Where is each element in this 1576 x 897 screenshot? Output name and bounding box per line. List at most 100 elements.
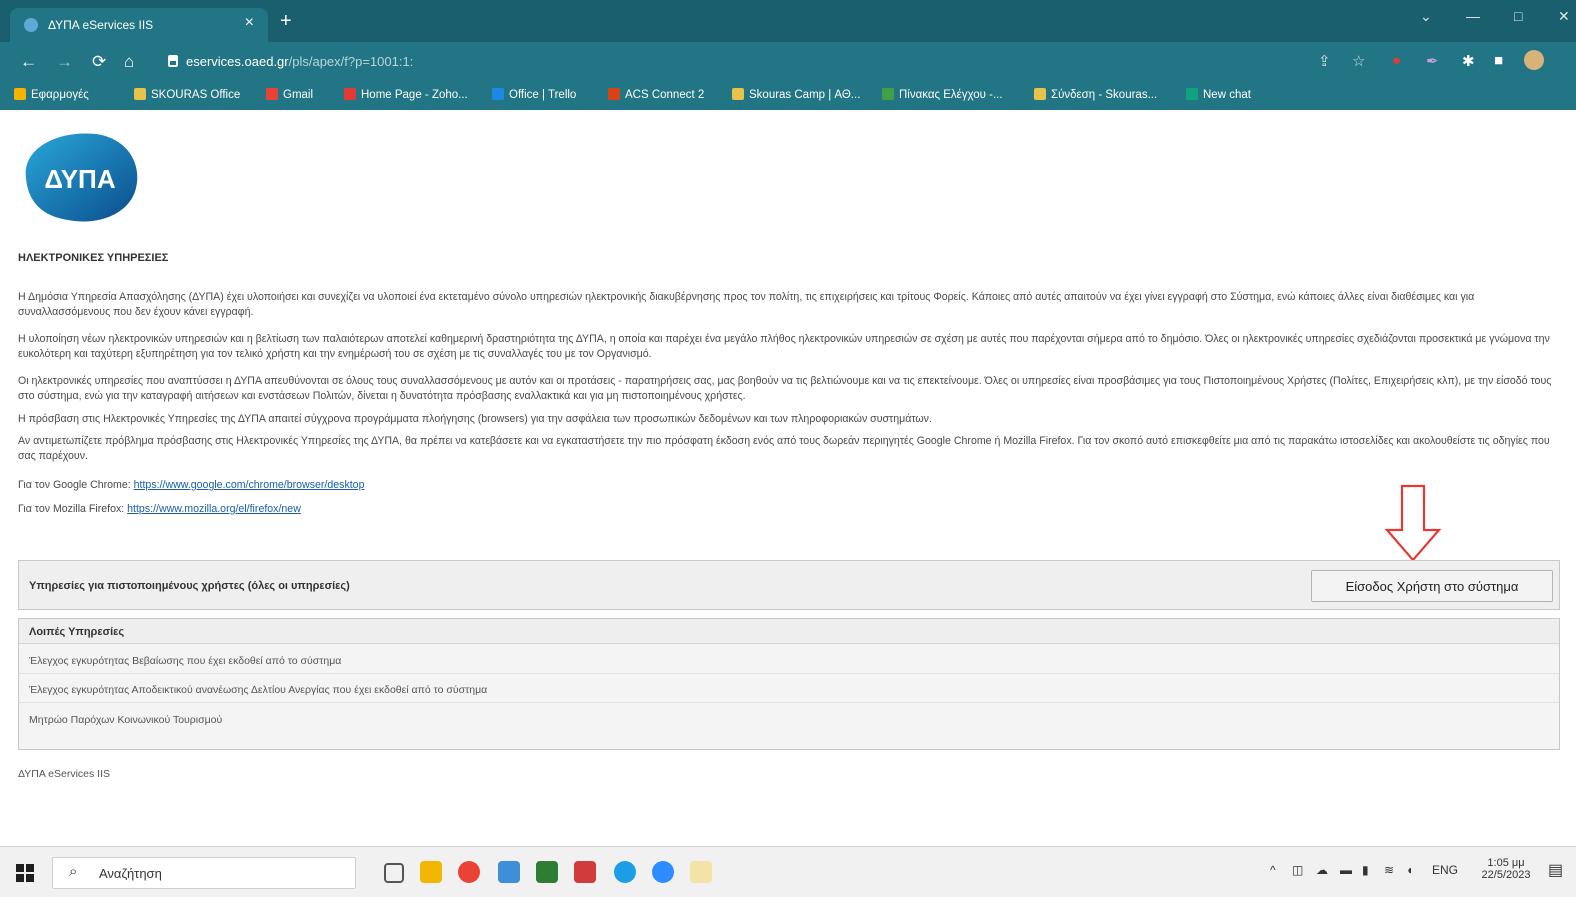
bookmark-favicon-icon [1034, 88, 1046, 100]
certified-services-panel: Υπηρεσίες για πιστοποιημένους χρήστες (ό… [18, 560, 1560, 610]
search-icon: ⌕ [69, 863, 78, 880]
tab-strip: ΔΥΠΑ eServices IIS × + ⌄ — □ ✕ [0, 0, 1576, 42]
login-button[interactable]: Είσοδος Χρήστη στο σύστημα [1311, 570, 1553, 602]
bookmark-gmail[interactable]: Gmail [266, 88, 313, 101]
intro-paragraph-1: Η Δημόσια Υπηρεσία Απασχόλησης (ΔΥΠΑ) έχ… [18, 291, 1475, 318]
service-link-social-tourism[interactable]: Μητρώο Παρόχων Κοινωνικού Τουρισμού [29, 714, 222, 726]
service-link-unemployment-renewal[interactable]: Έλεγχος εγκυρότητας Αποδεικτικού ανανέωσ… [29, 684, 487, 696]
minimize-button[interactable]: — [1466, 8, 1480, 24]
tray-mic-icon[interactable]: ▮ [1362, 863, 1369, 877]
bookmark-acs[interactable]: ACS Connect 2 [608, 88, 704, 101]
search-placeholder: Αναζήτηση [99, 866, 162, 881]
tray-battery-icon[interactable]: ▬ [1340, 863, 1352, 877]
bookmark-favicon-icon [134, 88, 146, 100]
browser-chrome: ΔΥΠΑ eServices IIS × + ⌄ — □ ✕ ← → ⟳ ⌂ e… [0, 0, 1576, 110]
forward-arrow-icon[interactable]: → [56, 52, 73, 72]
tray-wifi-icon[interactable]: ≋ [1384, 863, 1394, 877]
address-bar[interactable]: eservices.oaed.gr/pls/apex/f?p=1001:1: [150, 48, 1350, 76]
tab-title: ΔΥΠΑ eServices IIS [48, 18, 154, 32]
tab-search-icon[interactable]: ⌄ [1420, 8, 1432, 25]
reload-icon[interactable]: ⟳ [92, 52, 106, 72]
other-services-header: Λοιπές Υπηρεσίες [19, 619, 1559, 644]
maximize-button[interactable]: □ [1514, 8, 1522, 24]
language-indicator[interactable]: ENG [1432, 863, 1458, 877]
page-heading: ΗΛΕΚΤΡΟΝΙΚΕΣ ΥΠΗΡΕΣΙΕΣ [18, 252, 169, 264]
firefox-link-row: Για τον Mozilla Firefox: https://www.moz… [18, 502, 1556, 517]
browser-tab[interactable]: ΔΥΠΑ eServices IIS × [10, 8, 268, 42]
zoho-icon [344, 88, 356, 100]
new-tab-button[interactable]: + [280, 10, 292, 33]
bookmark-star-icon[interactable]: ☆ [1352, 52, 1365, 70]
dypa-logo: ΔΥΠΑ [25, 133, 138, 222]
extension-shield-icon[interactable]: ● [1392, 52, 1401, 69]
intro-paragraph-4: Η πρόσβαση στις Ηλεκτρονικές Υπηρεσίες τ… [18, 413, 932, 425]
row-divider [19, 673, 1559, 674]
gmail-icon [266, 88, 278, 100]
clock-time: 1:05 μμ [1487, 857, 1525, 869]
chrome-icon[interactable] [458, 861, 480, 883]
calculator-icon[interactable] [536, 861, 558, 883]
tray-volume-icon[interactable]: ◖ [1406, 863, 1413, 877]
tray-network-icon[interactable]: ◫ [1292, 863, 1303, 877]
url-text: eservices.oaed.gr/pls/apex/f?p=1001:1: [186, 54, 414, 69]
file-explorer-icon[interactable] [420, 861, 442, 883]
bookmark-apps[interactable]: Εφαρμογές [14, 88, 89, 101]
task-view-icon[interactable] [384, 863, 404, 883]
app-icon[interactable] [498, 861, 520, 883]
apps-grid-icon [14, 88, 26, 100]
back-arrow-icon[interactable]: ← [20, 52, 37, 72]
bookmark-skouras-camp[interactable]: Skouras Camp | ΑΘ... [732, 88, 860, 101]
bookmark-zoho[interactable]: Home Page - Zoho... [344, 88, 468, 101]
browser-toolbar: ← → ⟳ ⌂ eservices.oaed.gr/pls/apex/f?p=1… [0, 42, 1576, 82]
notifications-icon[interactable]: ▤ [1548, 860, 1563, 880]
chatgpt-icon [1186, 88, 1198, 100]
bookmark-trello[interactable]: Office | Trello [492, 88, 576, 101]
chrome-link-row: Για τον Google Chrome: https://www.googl… [18, 478, 1556, 493]
trello-icon [492, 88, 504, 100]
bookmark-favicon-icon [732, 88, 744, 100]
tab-close-icon[interactable]: × [245, 14, 254, 32]
site-favicon-icon [24, 18, 38, 32]
chrome-download-link[interactable]: https://www.google.com/chrome/browser/de… [134, 479, 365, 491]
other-services-title: Λοιπές Υπηρεσίες [29, 626, 125, 638]
zoom-icon[interactable] [652, 861, 674, 883]
certified-services-title: Υπηρεσίες για πιστοποιημένους χρήστες (ό… [29, 580, 350, 592]
paint-icon[interactable] [690, 861, 712, 883]
bookmark-skouras-office[interactable]: SKOURAS Office [134, 88, 240, 101]
row-divider [19, 702, 1559, 703]
windows-taskbar: ⌕ Αναζήτηση ^ ◫ ☁ ▬ ▮ ≋ ◖ ENG 1:05 μμ 22… [0, 846, 1576, 897]
intro-paragraph-2: Η υλοποίηση νέων ηλεκτρονικών υπηρεσιών … [18, 333, 1550, 360]
svg-text:ΔΥΠΑ: ΔΥΠΑ [44, 164, 115, 194]
intro-paragraph-5: Αν αντιμετωπίζετε πρόβλημα πρόσβασης στι… [18, 435, 1550, 462]
profile-avatar[interactable] [1524, 50, 1544, 70]
close-window-button[interactable]: ✕ [1558, 8, 1570, 25]
firefox-download-link[interactable]: https://www.mozilla.org/el/firefox/new [127, 503, 301, 515]
tray-cloud-icon[interactable]: ☁ [1316, 863, 1328, 877]
footer-text: ΔΥΠΑ eServices IIS [18, 768, 111, 780]
share-icon[interactable]: ⇪ [1318, 52, 1331, 70]
panel-icon [882, 88, 894, 100]
anydesk-icon[interactable] [574, 861, 596, 883]
chrome-label: Για τον Google Chrome: [18, 479, 131, 491]
bookmarks-bar: Εφαρμογές SKOURAS Office Gmail Home Page… [0, 82, 1576, 110]
lock-icon [168, 55, 178, 67]
extensions-puzzle-icon[interactable]: ✱ [1462, 52, 1475, 70]
bookmark-new-chat[interactable]: New chat [1186, 88, 1251, 101]
side-panel-icon[interactable]: ■ [1494, 52, 1503, 69]
extension-pen-icon[interactable]: ✒ [1426, 52, 1439, 70]
page-content: ΔΥΠΑ ΗΛΕΚΤΡΟΝΙΚΕΣ ΥΠΗΡΕΣΙΕΣ Η Δημόσια Υπ… [0, 110, 1576, 846]
tray-chevron-icon[interactable]: ^ [1270, 863, 1276, 877]
acs-icon [608, 88, 620, 100]
taskbar-search-input[interactable]: ⌕ Αναζήτηση [52, 857, 356, 889]
clock[interactable]: 1:05 μμ 22/5/2023 [1478, 857, 1534, 881]
edge-icon[interactable] [614, 861, 636, 883]
other-services-panel: Λοιπές Υπηρεσίες Έλεγχος εγκυρότητας Βεβ… [18, 618, 1560, 750]
service-link-certificate-validity[interactable]: Έλεγχος εγκυρότητας Βεβαίωσης που έχει ε… [29, 655, 341, 667]
intro-paragraph-3: Οι ηλεκτρονικές υπηρεσίες που αναπτύσσει… [18, 375, 1552, 402]
bookmark-skouras-login[interactable]: Σύνδεση - Skouras... [1034, 88, 1157, 101]
red-down-arrow-icon [1384, 484, 1442, 562]
windows-start-icon[interactable] [16, 864, 34, 882]
bookmark-control-panel[interactable]: Πίνακας Ελέγχου -... [882, 88, 1003, 101]
home-icon[interactable]: ⌂ [124, 52, 134, 72]
firefox-label: Για τον Mozilla Firefox: [18, 503, 125, 515]
